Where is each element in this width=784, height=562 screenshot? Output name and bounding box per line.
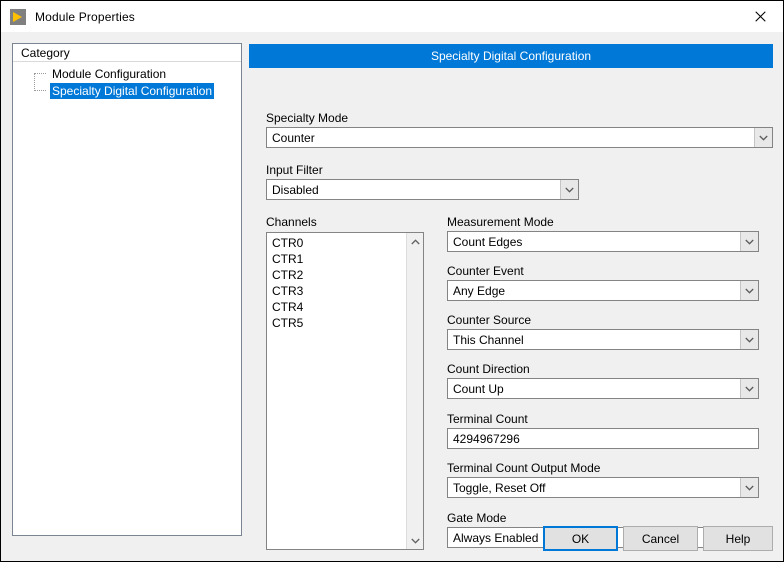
chevron-down-icon bbox=[740, 330, 758, 349]
channels-scrollbar[interactable] bbox=[406, 233, 423, 549]
scroll-up-button[interactable] bbox=[407, 233, 423, 250]
terminal-count-output-mode-value: Toggle, Reset Off bbox=[453, 480, 546, 495]
terminal-count-input[interactable]: 4294967296 bbox=[447, 428, 759, 449]
counter-event-label: Counter Event bbox=[447, 264, 524, 278]
channels-listbox[interactable]: CTR0 CTR1 CTR2 CTR3 CTR4 CTR5 bbox=[266, 232, 424, 550]
terminal-count-label: Terminal Count bbox=[447, 412, 528, 426]
close-button[interactable] bbox=[737, 1, 783, 31]
chevron-down-icon bbox=[560, 180, 578, 199]
channels-label: Channels bbox=[266, 215, 317, 229]
chevron-down-icon bbox=[740, 379, 758, 398]
count-direction-value: Count Up bbox=[453, 381, 504, 396]
tree-item-specialty-digital-configuration[interactable]: Specialty Digital Configuration bbox=[13, 82, 241, 99]
chevron-down-icon bbox=[754, 128, 772, 147]
list-item[interactable]: CTR4 bbox=[267, 299, 406, 315]
close-icon bbox=[754, 10, 766, 22]
input-filter-dropdown[interactable]: Disabled bbox=[266, 179, 579, 200]
pane-header-title: Specialty Digital Configuration bbox=[249, 44, 773, 68]
terminal-count-output-mode-dropdown[interactable]: Toggle, Reset Off bbox=[447, 477, 759, 498]
channels-list: CTR0 CTR1 CTR2 CTR3 CTR4 CTR5 bbox=[267, 233, 406, 549]
counter-event-value: Any Edge bbox=[453, 283, 506, 298]
category-column-header: Category bbox=[13, 44, 241, 62]
tree-connector-icon bbox=[13, 82, 50, 99]
counter-source-label: Counter Source bbox=[447, 313, 532, 327]
list-item[interactable]: CTR0 bbox=[267, 235, 406, 251]
category-panel: Category Module Configuration Specialty … bbox=[12, 43, 242, 536]
count-direction-label: Count Direction bbox=[447, 362, 530, 376]
category-tree: Module Configuration Specialty Digital C… bbox=[13, 62, 241, 99]
tree-item-module-configuration[interactable]: Module Configuration bbox=[13, 65, 241, 91]
cancel-button[interactable]: Cancel bbox=[623, 526, 698, 551]
counter-source-dropdown[interactable]: This Channel bbox=[447, 329, 759, 350]
list-item-label: CTR0 bbox=[272, 236, 304, 250]
chevron-down-icon bbox=[740, 478, 758, 497]
specialty-mode-label: Specialty Mode bbox=[266, 111, 349, 125]
list-item[interactable]: CTR3 bbox=[267, 283, 406, 299]
list-item[interactable]: CTR1 bbox=[267, 251, 406, 267]
gate-mode-label: Gate Mode bbox=[447, 511, 507, 525]
chevron-down-icon bbox=[410, 538, 420, 544]
specialty-mode-value: Counter bbox=[272, 130, 315, 145]
measurement-mode-dropdown[interactable]: Count Edges bbox=[447, 231, 759, 252]
measurement-mode-label: Measurement Mode bbox=[447, 215, 554, 229]
list-item[interactable]: CTR5 bbox=[267, 315, 406, 331]
list-item[interactable]: CTR2 bbox=[267, 267, 406, 283]
input-filter-value: Disabled bbox=[272, 182, 319, 197]
specialty-mode-dropdown[interactable]: Counter bbox=[266, 127, 773, 148]
counter-source-value: This Channel bbox=[453, 332, 524, 347]
input-filter-label: Input Filter bbox=[266, 163, 323, 177]
help-button[interactable]: Help bbox=[703, 526, 773, 551]
tree-item-label: Module Configuration bbox=[52, 66, 167, 81]
tree-connector-icon bbox=[13, 65, 50, 91]
ok-button[interactable]: OK bbox=[543, 526, 618, 551]
labview-run-icon bbox=[10, 8, 26, 25]
dialog-body: Category Module Configuration Specialty … bbox=[1, 32, 783, 561]
counter-event-dropdown[interactable]: Any Edge bbox=[447, 280, 759, 301]
module-properties-window: Module Properties Category Module Config… bbox=[0, 0, 784, 562]
window-title: Module Properties bbox=[35, 9, 135, 24]
tree-item-label: Specialty Digital Configuration bbox=[50, 82, 215, 99]
scroll-down-button[interactable] bbox=[407, 532, 423, 549]
count-direction-dropdown[interactable]: Count Up bbox=[447, 378, 759, 399]
chevron-down-icon bbox=[740, 281, 758, 300]
terminal-count-value: 4294967296 bbox=[453, 431, 520, 446]
chevron-up-icon bbox=[410, 238, 420, 244]
terminal-count-output-mode-label: Terminal Count Output Mode bbox=[447, 461, 601, 475]
chevron-down-icon bbox=[740, 232, 758, 251]
measurement-mode-value: Count Edges bbox=[453, 234, 523, 249]
title-bar: Module Properties bbox=[1, 1, 783, 32]
